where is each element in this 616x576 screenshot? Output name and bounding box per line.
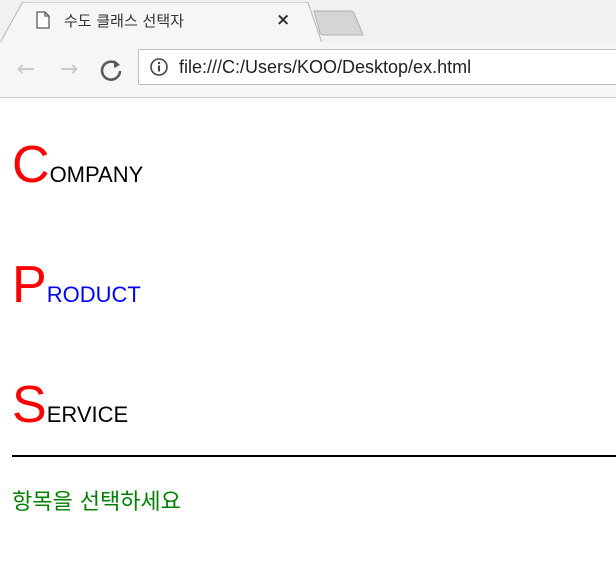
menu-item-company[interactable]: COMPANY: [12, 139, 143, 191]
divider: [12, 455, 616, 457]
item-initial: S: [12, 376, 47, 434]
new-tab-button[interactable]: [312, 10, 364, 36]
document-icon: [36, 11, 50, 29]
status-text: 항목을 선택하세요: [12, 490, 181, 515]
item-initial: C: [12, 136, 50, 194]
tab-close-icon[interactable]: ×: [276, 10, 290, 30]
toolbar: ← → file:///C:/Users/KOO/Desktop/ex.html: [0, 42, 616, 98]
item-rest: OMPANY: [49, 162, 144, 187]
url-text: file:///C:/Users/KOO/Desktop/ex.html: [179, 57, 472, 77]
item-initial: P: [12, 256, 47, 314]
item-rest: RODUCT: [46, 282, 141, 307]
forward-arrow-icon[interactable]: →: [55, 56, 83, 84]
address-bar[interactable]: file:///C:/Users/KOO/Desktop/ex.html: [138, 49, 616, 85]
item-rest: ERVICE: [46, 402, 129, 427]
reload-icon[interactable]: [97, 56, 125, 84]
menu-item-product[interactable]: PRODUCT: [12, 259, 141, 311]
page-content: COMPANY PRODUCT SERVICE 항목을 선택하세요: [0, 99, 616, 576]
tab-title: 수도 클래스 선택자: [64, 12, 184, 30]
menu-item-service[interactable]: SERVICE: [12, 379, 128, 431]
tab-strip: 수도 클래스 선택자 ×: [0, 0, 616, 43]
back-arrow-icon[interactable]: ←: [12, 56, 40, 84]
info-icon[interactable]: [150, 58, 168, 76]
browser-tab[interactable]: 수도 클래스 선택자 ×: [20, 0, 320, 42]
